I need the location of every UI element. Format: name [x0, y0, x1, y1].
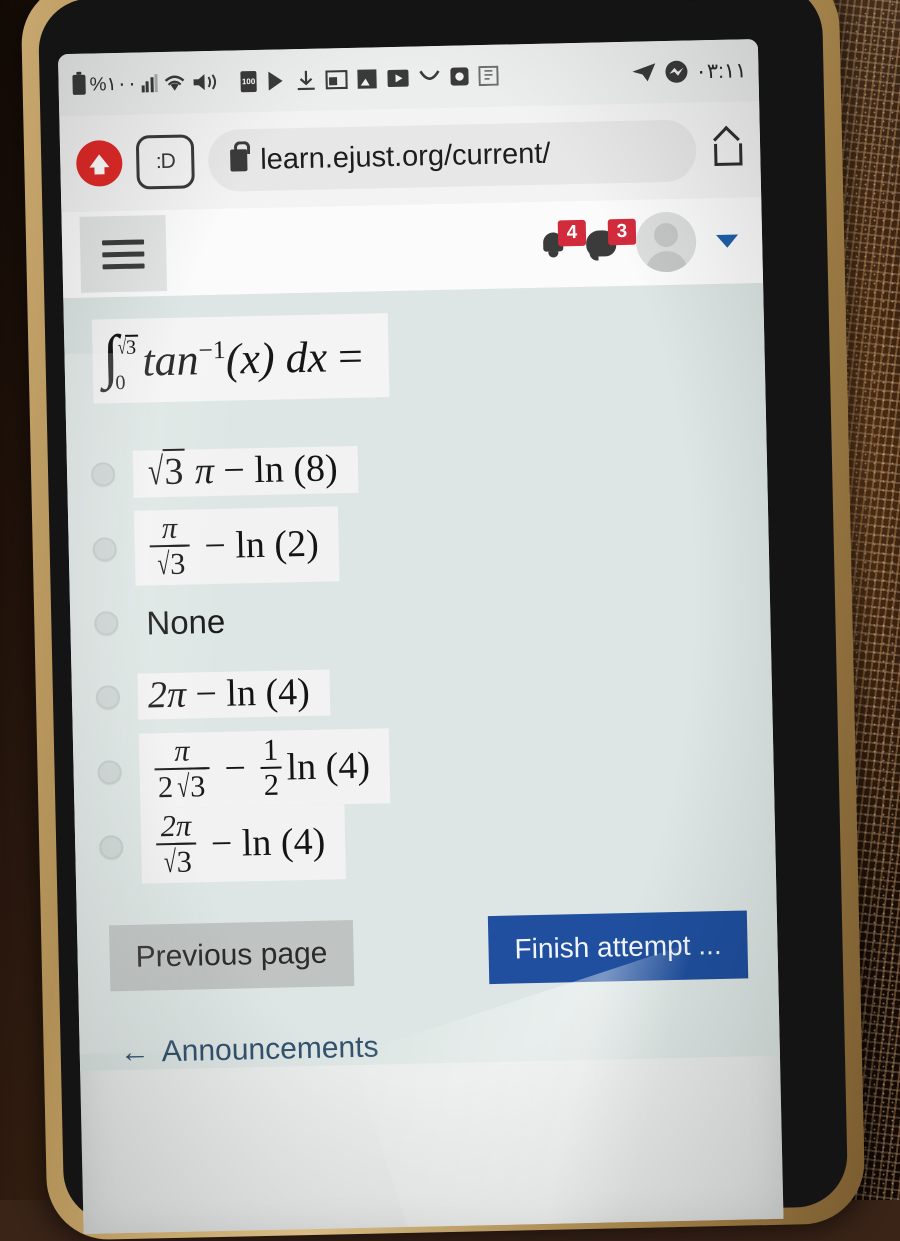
- announcements-link[interactable]: ← Announcements: [78, 978, 780, 1071]
- gallery-icon: [357, 68, 377, 89]
- answer-options: √3 π − ln (8) π √3 − ln (2) None 2π − ln…: [66, 423, 776, 885]
- message-badge: 3: [607, 218, 637, 246]
- status-bar-left: %١٠٠: [72, 70, 217, 96]
- quiz-navigation-buttons: Previous page Finish attempt ...: [76, 870, 778, 993]
- messenger-icon: [665, 60, 688, 83]
- radio-button-e[interactable]: [97, 759, 122, 785]
- question-function: tan: [141, 335, 200, 386]
- phone-screen: %١٠٠ 100 ٠٣:١١:D learn.ejust.org/curren…: [57, 38, 784, 1234]
- site-navbar: 4 3: [61, 196, 764, 299]
- window-icon: [325, 69, 348, 89]
- battery-percent-label: %١٠٠: [89, 73, 138, 96]
- answer-label-c: None: [145, 602, 226, 642]
- answer-label-a: √3 π − ln (8): [132, 445, 359, 498]
- radio-button-f[interactable]: [98, 834, 124, 860]
- radio-button-b[interactable]: [92, 536, 118, 562]
- radio-button-d[interactable]: [95, 685, 121, 710]
- browser-toolbar: :D learn.ejust.org/current/: [59, 100, 762, 213]
- answer-label-d: 2π − ln (4): [137, 669, 331, 721]
- home-icon[interactable]: [710, 129, 751, 170]
- question-equals: =: [337, 331, 364, 382]
- mute-icon: [193, 74, 217, 91]
- play-store-icon: [268, 71, 283, 91]
- battery-icon: [72, 74, 86, 95]
- status-bar-right: ٠٣:١١: [631, 58, 750, 86]
- chevron-down-icon[interactable]: [716, 233, 739, 248]
- shuffle-icon: [419, 69, 440, 80]
- question-differential: dx: [285, 332, 328, 383]
- answer-label-f: 2π √3 − ln (4): [140, 804, 347, 884]
- opera-arrow-icon[interactable]: [75, 139, 123, 187]
- telegram-icon: [632, 63, 656, 82]
- emoji-button[interactable]: :D: [135, 134, 195, 190]
- address-bar[interactable]: learn.ejust.org/current/: [207, 119, 697, 193]
- navbar-actions: 4 3: [540, 210, 745, 274]
- battery-saver-icon: 100: [240, 70, 257, 92]
- arrow-left-icon: ←: [119, 1035, 151, 1070]
- book-icon: [478, 65, 499, 87]
- answer-label-b: π √3 − ln (2): [133, 506, 340, 587]
- quiz-content: ∫ √3 0 tan−1(x) dx = √3 π − ln (8) π √3 − ln…: [63, 282, 780, 1072]
- url-text: learn.ejust.org/current/: [259, 137, 551, 176]
- previous-page-button[interactable]: Previous page: [108, 920, 355, 992]
- wifi-icon: [164, 75, 185, 91]
- notification-icons: 100: [240, 65, 499, 92]
- signal-bars-icon: [141, 74, 158, 93]
- lock-icon: [230, 149, 248, 172]
- finish-attempt-button[interactable]: Finish attempt ...: [487, 910, 749, 985]
- download-icon: [297, 70, 315, 90]
- integral-upper-limit: √3: [114, 335, 139, 359]
- radio-button-a[interactable]: [90, 462, 116, 487]
- question-exponent: −1: [198, 335, 226, 365]
- avatar[interactable]: [635, 211, 697, 273]
- question-variable: (x): [225, 333, 276, 384]
- phone-device: %١٠٠ 100 ٠٣:١١:D learn.ejust.org/curren…: [20, 0, 866, 1241]
- clock-icon: [450, 67, 469, 86]
- status-bar-clock: ٠٣:١١: [695, 58, 747, 83]
- notifications-button[interactable]: 4: [540, 219, 587, 258]
- messages-button[interactable]: 3: [585, 218, 637, 257]
- question-text: ∫ √3 0 tan−1(x) dx =: [91, 313, 390, 404]
- radio-button-c[interactable]: [94, 611, 119, 636]
- notification-badge: 4: [557, 219, 587, 247]
- hamburger-menu-icon[interactable]: [79, 214, 168, 293]
- announcements-label: Announcements: [161, 1030, 379, 1069]
- answer-label-e: π 2 √3 − 1 2 ln (4): [138, 728, 391, 809]
- video-player-icon: [387, 69, 409, 87]
